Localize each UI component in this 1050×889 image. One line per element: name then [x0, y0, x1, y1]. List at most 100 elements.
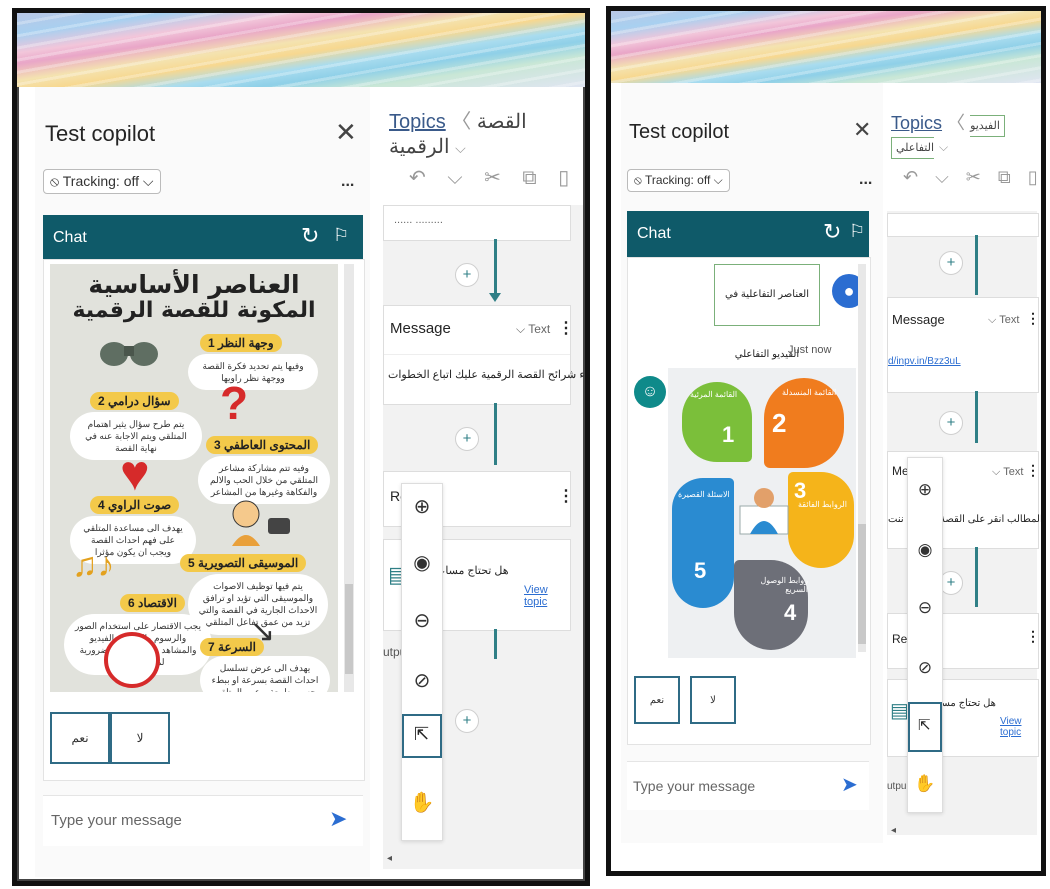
heart-icon: ♥	[120, 445, 150, 501]
question-node-label-right: Re	[892, 632, 908, 646]
node-more-icon-right[interactable]: ⋮	[1026, 310, 1040, 327]
message-type-dropdown-right[interactable]: ⌵ Text	[988, 314, 1019, 327]
chat-header-right: Chat ↻ ⚐	[627, 211, 869, 257]
message-node-right[interactable]: Message ⌵ Text ⋮ d/inpv.in/Bzz3uL	[887, 297, 1040, 393]
message-type-dropdown[interactable]: ⌵ Text	[516, 322, 550, 337]
scroll-left-icon[interactable]: ◂	[387, 853, 392, 864]
copy-icon[interactable]: ⧉	[522, 167, 536, 189]
partial-node-right[interactable]	[887, 213, 1039, 237]
chat-scrollbar-thumb-right[interactable]	[858, 524, 866, 644]
node-more-icon-right-3[interactable]: ⋮	[1026, 628, 1040, 645]
dropdown-chevron-icon[interactable]: ⌵	[447, 167, 462, 189]
item-6-label: الاقتصاد 6	[120, 594, 185, 612]
chevron-down-icon[interactable]: ⌵	[455, 140, 466, 156]
zoom-toolbar-right: ⊕ ◉ ⊖ ⊘ ⇱ ✋	[907, 457, 943, 813]
undo-icon[interactable]: ↶	[409, 167, 426, 189]
chat-scrollbar[interactable]	[344, 264, 354, 692]
quick-reply-yes-button-right[interactable]: نعم	[634, 676, 680, 724]
message-node-label: Message	[390, 320, 451, 337]
zoom-in-icon-right[interactable]: ⊕	[908, 480, 942, 500]
zoom-out-icon[interactable]: ⊖	[402, 608, 442, 633]
message-input-right[interactable]: Type your message	[633, 778, 755, 794]
topics-link-right[interactable]: Topics	[891, 113, 942, 133]
tracking-dropdown-right[interactable]: ⦸ Tracking: off ⌵	[627, 169, 730, 192]
editor-toolbar: ↶ ⌵ ✂ ⧉ ▯	[409, 165, 569, 190]
close-icon-right[interactable]: ✕	[853, 117, 871, 143]
output-label-right: utpu	[887, 781, 907, 792]
flow-connector-right-2	[975, 391, 978, 443]
node-more-icon-2[interactable]: ⋮	[558, 486, 574, 506]
cut-icon[interactable]: ✂	[484, 167, 501, 189]
flow-arrow	[489, 293, 501, 302]
select-mode-icon-right[interactable]: ⇱	[908, 702, 942, 752]
item-1-petal: القائمة المرئية 1	[682, 382, 752, 462]
more-options-button-right[interactable]: ...	[859, 171, 872, 189]
dropdown-chevron-icon-right[interactable]: ⌵	[935, 167, 949, 187]
restart-icon[interactable]: ↻	[301, 223, 319, 249]
flag-icon-right[interactable]: ⚐	[849, 221, 865, 242]
infographic-title-line2: المكونة للقصة الرقمية	[72, 298, 316, 323]
message-node-text-right-2: ...زيارة المطالب انقر على القصة	[940, 514, 1043, 525]
recenter-icon-right[interactable]: ◉	[908, 540, 942, 560]
minimap-icon[interactable]: ⊘	[402, 668, 442, 693]
add-node-button-2[interactable]: +	[455, 427, 479, 451]
breadcrumb: Topics 〈 القصة الرقمية ⌵	[389, 111, 527, 158]
view-topic-link[interactable]: View topic	[524, 584, 570, 608]
close-icon[interactable]: ✕	[335, 117, 357, 148]
item-3-petal: الروابط الفائقة 3	[788, 472, 854, 568]
item-4-label: صوت الراوي 4	[90, 496, 180, 514]
send-icon-right[interactable]: ➤	[841, 772, 858, 797]
pan-hand-icon[interactable]: ✋	[402, 790, 442, 815]
panel-title-right: Test copilot	[629, 121, 730, 143]
left-screenshot-frame: Test copilot ✕ ⦸ Tracking: off ⌵ ... Cha…	[12, 8, 590, 886]
recenter-icon[interactable]: ◉	[402, 550, 442, 575]
chat-transcript: العناصر الأساسية المكونة للقصة الرقمية و…	[43, 259, 365, 781]
chat-scrollbar-right[interactable]	[858, 264, 866, 652]
message-type-dropdown-right-2[interactable]: ⌵ Text	[992, 466, 1023, 479]
chat-title: Chat	[53, 229, 87, 246]
message-input[interactable]: Type your message	[51, 812, 182, 829]
flag-icon[interactable]: ⚐	[333, 225, 349, 246]
pan-hand-icon-right[interactable]: ✋	[908, 774, 942, 794]
chevron-down-icon-right[interactable]: ⌵	[939, 140, 948, 154]
flow-connector-right-3	[975, 547, 978, 607]
zoom-in-icon[interactable]: ⊕	[402, 494, 442, 519]
zoom-out-icon-right[interactable]: ⊖	[908, 598, 942, 618]
view-topic-link-right[interactable]: View topic	[1000, 716, 1038, 738]
select-mode-icon[interactable]: ⇱	[402, 714, 442, 758]
quick-reply-no-button[interactable]: لا	[110, 712, 170, 764]
message-input-row: Type your message ➤	[43, 795, 363, 846]
minimap-icon-right[interactable]: ⊘	[908, 658, 942, 678]
quick-reply-yes-button[interactable]: نعم	[50, 712, 110, 764]
message-node[interactable]: Message ⌵ Text ⋮ ...لإنشاء شرائح القصة ا…	[383, 305, 585, 405]
more-options-button[interactable]: ...	[341, 173, 354, 191]
storytelling-infographic: العناصر الأساسية المكونة للقصة الرقمية و…	[50, 264, 338, 692]
quick-reply-no-button-right[interactable]: لا	[690, 676, 736, 724]
restart-icon-right[interactable]: ↻	[823, 219, 841, 245]
narrator-icon	[220, 496, 296, 548]
copy-icon-right[interactable]: ⧉	[998, 167, 1011, 187]
tracking-dropdown[interactable]: ⦸ Tracking: off ⌵	[43, 169, 161, 194]
send-icon[interactable]: ➤	[329, 806, 347, 832]
node-more-icon[interactable]: ⋮	[558, 318, 574, 338]
node-more-icon-right-2[interactable]: ⋮	[1026, 462, 1040, 479]
paste-icon-right[interactable]: ▯	[1028, 167, 1038, 187]
scroll-left-icon-right[interactable]: ◂	[891, 825, 896, 836]
partial-node[interactable]: ...... .........	[383, 205, 571, 241]
add-node-button-right-2[interactable]: +	[939, 411, 963, 435]
music-notes-icon: ♫♪	[72, 546, 115, 584]
item-4-petal: روابط الوصول السريع 4	[734, 560, 808, 650]
topics-link[interactable]: Topics	[389, 111, 446, 133]
cut-icon-right[interactable]: ✂	[966, 167, 981, 187]
breadcrumb-right: Topics 〈 الفيديو التفاعلي ⌵	[891, 109, 1041, 159]
message-node-link-right[interactable]: d/inpv.in/Bzz3uL	[888, 356, 961, 367]
message-timestamp: Just now	[788, 344, 832, 356]
add-node-button-3[interactable]: +	[455, 709, 479, 733]
add-node-button[interactable]: +	[455, 263, 479, 287]
undo-icon-right[interactable]: ↶	[903, 167, 918, 187]
add-node-button-right[interactable]: +	[939, 251, 963, 275]
item-5-label: الموسيقى التصويرية 5	[180, 554, 307, 572]
chat-scrollbar-thumb[interactable]	[345, 584, 353, 674]
right-screenshot-frame: Test copilot ✕ ⦸ Tracking: off ⌵ ... Cha…	[606, 6, 1046, 876]
paste-icon[interactable]: ▯	[558, 167, 569, 189]
